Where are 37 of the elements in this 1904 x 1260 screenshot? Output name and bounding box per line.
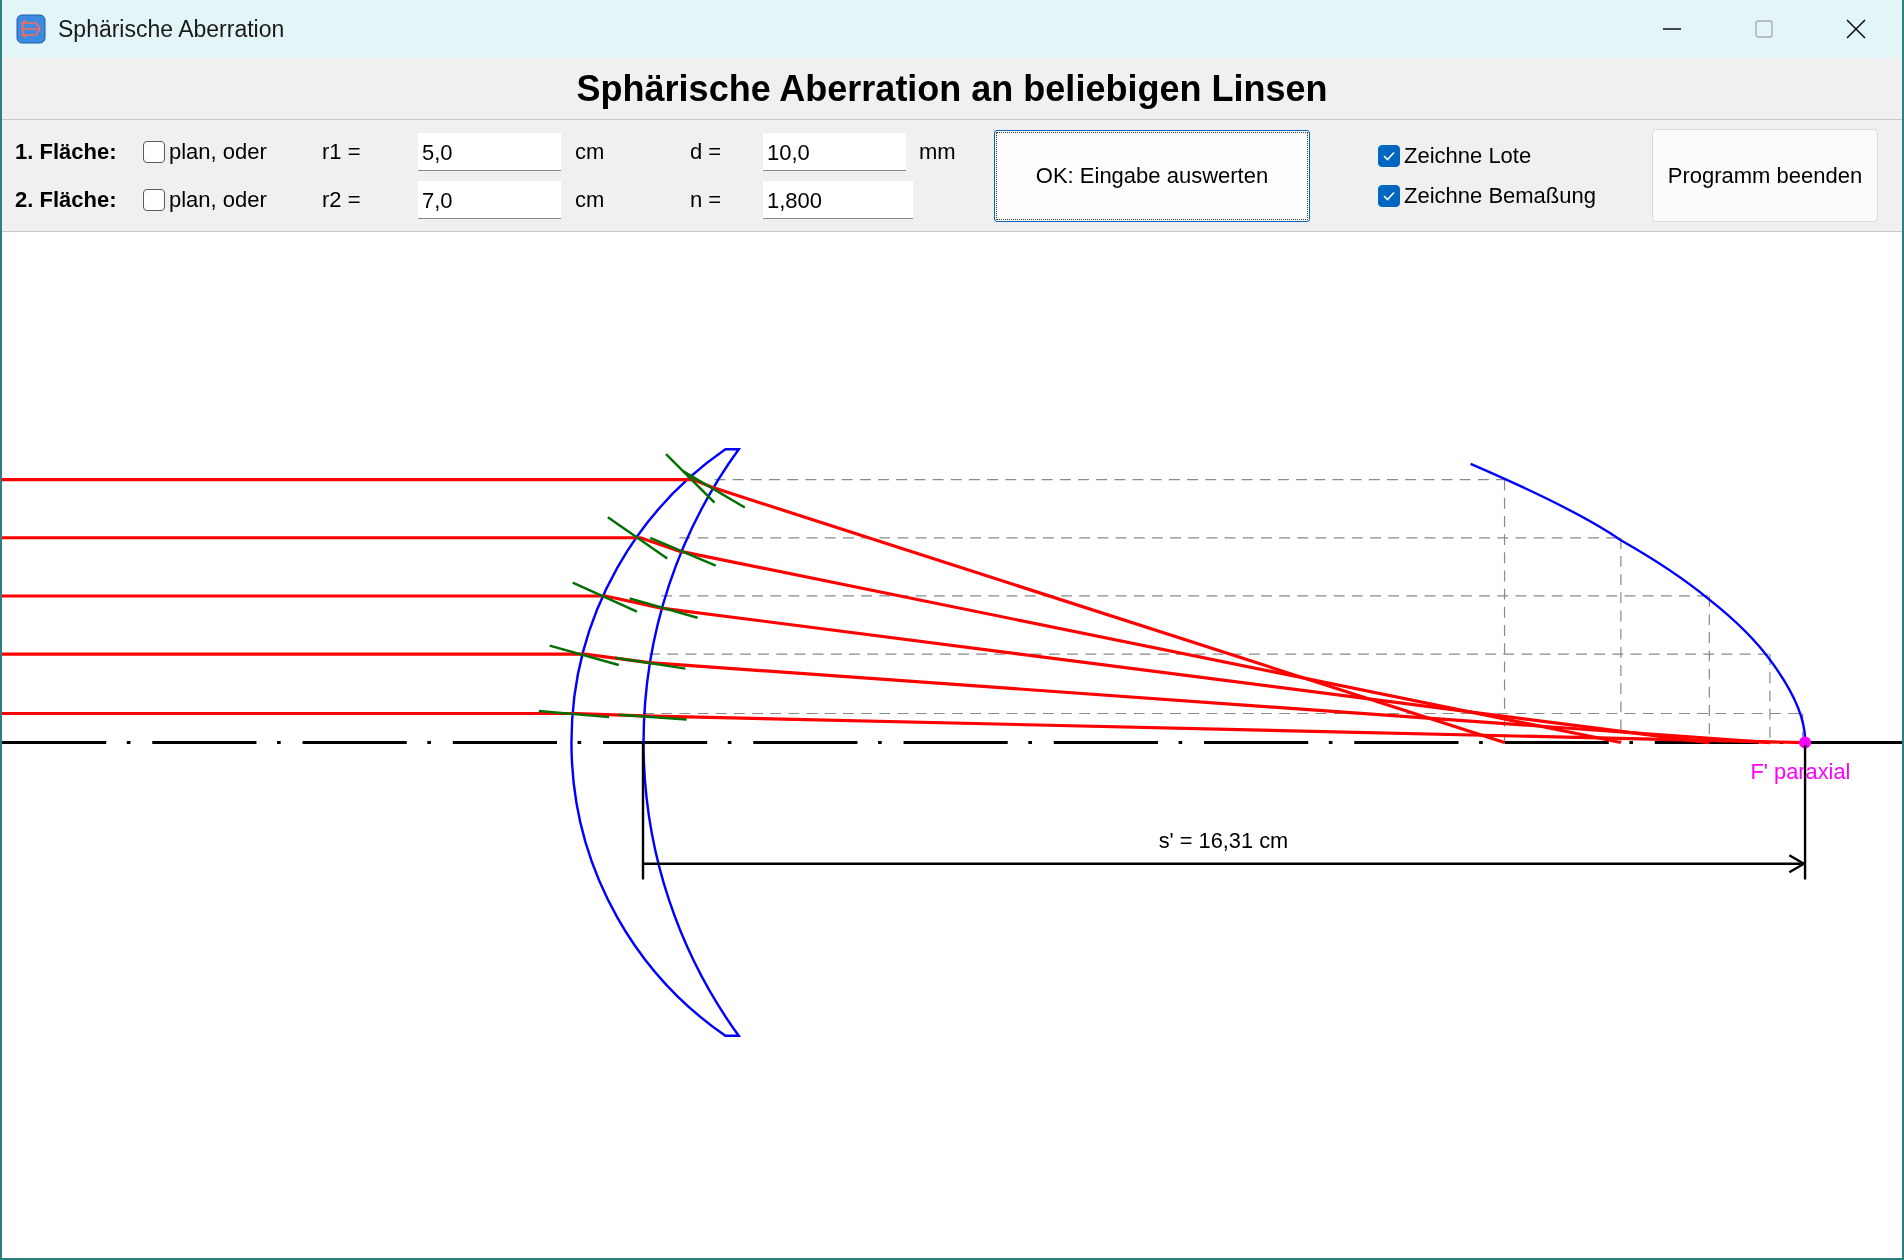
close-icon [1845, 18, 1867, 40]
checkbox-label[interactable]: Zeichne Lote [1404, 142, 1532, 169]
parameter-label: n = [690, 186, 723, 213]
checkbox[interactable] [143, 188, 165, 211]
surface-label: 2. Fläche: [15, 186, 118, 213]
radius-label: r1 = [322, 138, 362, 165]
normal-line [649, 536, 717, 567]
thickness-field[interactable]: 10,0 [763, 132, 906, 171]
index-field[interactable]: 1,800 [763, 180, 913, 219]
unit-label: mm [919, 138, 957, 165]
checkbox-label[interactable]: plan, oder [169, 138, 267, 165]
minimize-icon [1662, 28, 1682, 30]
normal-line [618, 713, 687, 721]
surface-label: 1. Fläche: [15, 138, 118, 165]
maximize-icon [1754, 19, 1774, 39]
radius-label: r2 = [322, 186, 362, 213]
checkbox[interactable] [1378, 184, 1400, 207]
dimension-label: s' = 16,31 cm [1158, 828, 1289, 853]
checkbox[interactable] [143, 140, 165, 163]
checkbox-label[interactable]: Zeichne Bemaßung [1404, 182, 1596, 209]
parameter-label: d = [690, 138, 723, 165]
normal-line [665, 453, 716, 504]
window-title: Sphärische Aberration [58, 15, 285, 43]
normal-line [538, 709, 610, 719]
normal-line [607, 516, 668, 560]
app-icon [16, 14, 46, 44]
evaluate-button[interactable]: OK: Eingabe auswerten [994, 129, 1310, 222]
page-heading: Sphärische Aberration an beliebigen Linsen [576, 67, 1328, 110]
checkbox-label[interactable]: plan, oder [169, 186, 267, 213]
checkbox[interactable] [1378, 144, 1400, 167]
unit-label: cm [575, 186, 606, 213]
focus-point [1799, 736, 1812, 749]
radius-field[interactable]: 7,0 [418, 180, 561, 219]
unit-label: cm [575, 138, 606, 165]
normal-line [682, 470, 746, 509]
radius-field[interactable]: 5,0 [418, 132, 561, 171]
quit-button[interactable]: Programm beenden [1652, 129, 1878, 222]
